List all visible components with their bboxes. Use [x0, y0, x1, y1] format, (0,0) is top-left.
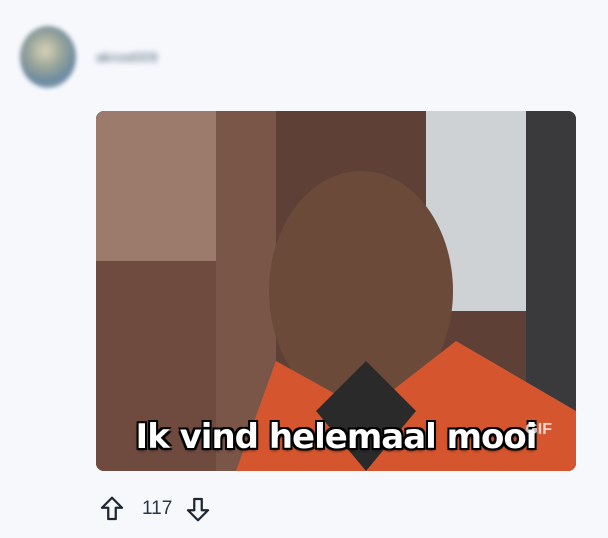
avatar[interactable]: [20, 26, 76, 88]
arrow-down-outline-icon: [187, 497, 210, 522]
arrow-up-outline-icon: [100, 496, 124, 521]
vote-count: 117: [142, 498, 173, 519]
vote-bar: 117: [96, 492, 214, 526]
gif-caption: Ik vind helemaal mooi: [135, 417, 538, 457]
comment-header: akrost009: [20, 26, 157, 88]
downvote-button[interactable]: [182, 492, 214, 526]
gif-media[interactable]: Ik vind helemaal mooi GIF: [96, 111, 576, 471]
upvote-button[interactable]: [96, 492, 128, 526]
gif-badge: GIF: [525, 421, 552, 438]
username[interactable]: akrost009: [96, 49, 157, 65]
